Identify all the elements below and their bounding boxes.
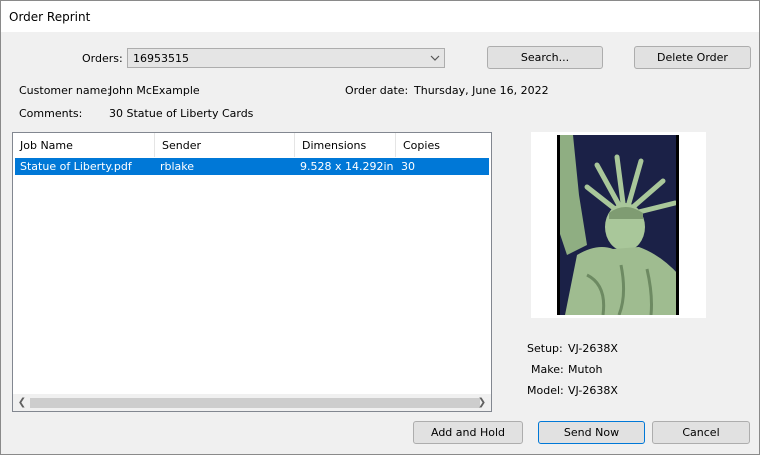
order-reprint-window: Order Reprint Orders: 16953515 Search...… <box>0 0 760 455</box>
orders-label: Orders: <box>82 52 123 65</box>
search-button[interactable]: Search... <box>487 46 603 69</box>
jobs-list-header: Job Name Sender Dimensions Copies <box>13 133 491 157</box>
chevron-down-icon <box>430 55 440 61</box>
scrollbar-thumb[interactable] <box>30 398 480 408</box>
setup-label: Setup: <box>527 342 563 355</box>
order-date-label: Order date: <box>345 84 409 97</box>
horizontal-scrollbar[interactable]: ❮ ❯ <box>13 394 491 411</box>
scroll-right-icon[interactable]: ❯ <box>475 396 489 410</box>
cancel-button[interactable]: Cancel <box>652 421 750 444</box>
scroll-left-icon[interactable]: ❮ <box>15 396 29 410</box>
comments-value: 30 Statue of Liberty Cards <box>109 107 254 120</box>
make-value: Mutoh <box>568 363 603 376</box>
column-header-copies[interactable]: Copies <box>396 133 491 157</box>
comments-label: Comments: <box>19 107 83 120</box>
dimensions-cell: 9.528 x 14.292in <box>300 160 394 173</box>
job-preview <box>531 132 706 318</box>
column-header-sender[interactable]: Sender <box>155 133 295 157</box>
column-header-job-name[interactable]: Job Name <box>13 133 155 157</box>
customer-name-value: John McExample <box>109 84 200 97</box>
jobs-list[interactable]: Job Name Sender Dimensions Copies Statue… <box>12 132 492 412</box>
delete-order-button[interactable]: Delete Order <box>634 46 751 69</box>
orders-dropdown[interactable]: 16953515 <box>127 48 445 68</box>
column-header-dimensions[interactable]: Dimensions <box>295 133 396 157</box>
model-label: Model: <box>527 384 564 397</box>
job-name-cell: Statue of Liberty.pdf <box>20 160 132 173</box>
customer-name-label: Customer name: <box>19 84 111 97</box>
model-value: VJ-2638X <box>568 384 618 397</box>
orders-value: 16953515 <box>133 52 189 65</box>
order-date-value: Thursday, June 16, 2022 <box>414 84 549 97</box>
send-now-button[interactable]: Send Now <box>538 421 645 444</box>
window-title: Order Reprint <box>9 10 91 24</box>
statue-of-liberty-image <box>557 135 679 315</box>
add-and-hold-button[interactable]: Add and Hold <box>413 421 523 444</box>
title-bar[interactable]: Order Reprint <box>1 1 759 32</box>
setup-value: VJ-2638X <box>568 342 618 355</box>
copies-cell: 30 <box>401 160 415 173</box>
make-label: Make: <box>531 363 564 376</box>
sender-cell: rblake <box>160 160 195 173</box>
table-row[interactable]: Statue of Liberty.pdf rblake 9.528 x 14.… <box>15 158 489 175</box>
